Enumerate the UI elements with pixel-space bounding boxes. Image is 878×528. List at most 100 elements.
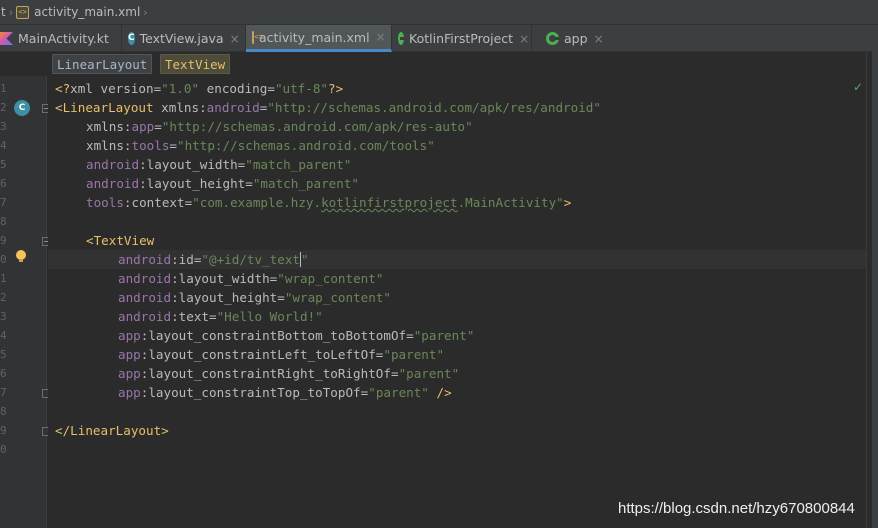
attr-name: xmlns: bbox=[86, 138, 132, 153]
line-number: 6 bbox=[0, 367, 7, 380]
line-number: 3 bbox=[0, 310, 7, 323]
attr-value: "parent" bbox=[413, 328, 475, 343]
attr-name: :layout_constraintTop_toTopOf bbox=[140, 385, 361, 400]
attr-value: "match_parent" bbox=[252, 176, 359, 191]
attr-value: "parent" bbox=[368, 385, 429, 400]
tab-label: MainActivity.kt bbox=[18, 31, 109, 46]
namespace: android bbox=[118, 252, 172, 267]
line-number: 0 bbox=[0, 443, 7, 456]
element-chip-textview[interactable]: TextView bbox=[160, 54, 231, 74]
attr-value: "1.0" bbox=[161, 81, 200, 96]
kotlin-file-icon bbox=[0, 32, 13, 45]
navigation-bar: t › activity_main.xml › bbox=[0, 0, 878, 25]
line-number: 9 bbox=[0, 234, 7, 247]
code-line: xmlns:app="http://schemas.android.com/ap… bbox=[48, 117, 866, 136]
side-tool-panel[interactable] bbox=[872, 25, 878, 528]
tag-self-close: /> bbox=[428, 385, 452, 400]
code-line: </LinearLayout> bbox=[48, 421, 866, 440]
tab-textview-java[interactable]: C TextView.java × bbox=[122, 25, 246, 52]
namespace: app bbox=[131, 119, 155, 134]
code-line: app:layout_constraintLeft_toLeftOf="pare… bbox=[48, 345, 866, 364]
equals: = bbox=[209, 309, 217, 324]
code-line: android:layout_width="match_parent" bbox=[48, 155, 866, 174]
class-icon: C bbox=[128, 32, 135, 45]
namespace: android bbox=[206, 100, 260, 115]
tab-kotlinfirstproject[interactable]: KotlinFirstProject × bbox=[392, 25, 532, 52]
line-number: 3 bbox=[0, 120, 7, 133]
attr-name: :layout_constraintLeft_toLeftOf bbox=[140, 347, 376, 362]
tab-label: app bbox=[564, 31, 588, 46]
close-icon[interactable]: × bbox=[376, 30, 386, 44]
attr-name: :layout_width bbox=[139, 157, 238, 172]
attr-value: "wrap_content" bbox=[277, 271, 384, 286]
attr-value: "parent" bbox=[398, 366, 460, 381]
attr-name: :layout_constraintBottom_toBottomOf bbox=[140, 328, 407, 343]
namespace: android bbox=[118, 271, 172, 286]
xml-declaration-close: ?> bbox=[328, 81, 344, 96]
tab-mainactivity-kt[interactable]: MainActivity.kt bbox=[0, 25, 122, 52]
xml-declaration-open: <? bbox=[55, 81, 71, 96]
attr-value: "parent" bbox=[383, 347, 445, 362]
code-line: android:layout_height="match_parent" bbox=[48, 174, 866, 193]
xml-file-icon bbox=[16, 5, 30, 19]
attr-name: xmlns: bbox=[86, 119, 132, 134]
line-number: 8 bbox=[0, 405, 7, 418]
close-icon[interactable]: × bbox=[594, 32, 604, 46]
breadcrumb-root[interactable]: t › bbox=[0, 0, 16, 25]
attr-value: .MainActivity" bbox=[457, 195, 564, 210]
tag-close: > bbox=[563, 195, 572, 210]
code-line: android:layout_height="wrap_content" bbox=[48, 288, 866, 307]
code-editor[interactable]: <?xml version="1.0" encoding="utf-8"?> <… bbox=[48, 76, 866, 528]
lightbulb-icon[interactable] bbox=[16, 250, 26, 263]
element-chip-linearlayout[interactable]: LinearLayout bbox=[52, 54, 153, 74]
line-number: 1 bbox=[0, 272, 7, 285]
attr-name: :layout_height bbox=[171, 290, 278, 305]
editor-gutter[interactable]: 1 2 3 4 5 6 7 8 9 0 1 2 3 4 5 6 7 8 9 0 … bbox=[0, 76, 51, 528]
equals: = bbox=[406, 328, 414, 343]
code-line: xmlns:tools="http://schemas.android.com/… bbox=[48, 136, 866, 155]
line-number: 2 bbox=[0, 291, 7, 304]
namespace: app bbox=[118, 366, 141, 381]
code-line: tools:context="com.example.hzy.kotlinfir… bbox=[48, 193, 866, 212]
xml-element-path: LinearLayout TextView bbox=[0, 52, 866, 76]
tab-app[interactable]: app × bbox=[540, 25, 612, 52]
breadcrumb-separator: › bbox=[8, 5, 14, 19]
attr-name: xmlns: bbox=[153, 100, 207, 115]
line-number: 5 bbox=[0, 348, 7, 361]
attr-value: "http://schemas.android.com/tools" bbox=[177, 138, 435, 153]
tab-activity-main-xml[interactable]: activity_main.xml × bbox=[246, 25, 392, 52]
attr-value: "http://schemas.android.com/apk/res-auto… bbox=[161, 119, 473, 134]
class-icon[interactable]: C bbox=[14, 100, 30, 116]
attr-value-typo: kotlinfirstproject bbox=[321, 195, 458, 210]
attr-name: :id bbox=[171, 252, 194, 267]
attr-value: "@+id/tv_text bbox=[201, 252, 300, 267]
editor-tab-bar: MainActivity.kt C TextView.java × activi… bbox=[0, 25, 878, 52]
line-number: 9 bbox=[0, 424, 7, 437]
equals: = bbox=[169, 138, 178, 153]
line-number: 2 bbox=[0, 101, 7, 114]
attr-value: "Hello World!" bbox=[216, 309, 323, 324]
equals: = bbox=[154, 119, 162, 134]
attr-name: :context bbox=[123, 195, 185, 210]
breadcrumb-file[interactable]: activity_main.xml › bbox=[16, 0, 151, 25]
attr-value: "wrap_content" bbox=[284, 290, 391, 305]
code-line: <?xml version="1.0" encoding="utf-8"?> bbox=[48, 79, 866, 98]
close-icon[interactable]: × bbox=[519, 32, 529, 46]
tag-close: </LinearLayout> bbox=[55, 423, 169, 438]
code-line: app:layout_constraintRight_toRightOf="pa… bbox=[48, 364, 866, 383]
tag-open: <TextView bbox=[86, 233, 155, 248]
namespace: app bbox=[118, 385, 141, 400]
line-number: 6 bbox=[0, 177, 7, 190]
checkmark-icon[interactable]: ✓ bbox=[853, 80, 863, 94]
equals: = bbox=[277, 290, 285, 305]
gradle-icon bbox=[398, 32, 404, 45]
code-line: app:layout_constraintTop_toTopOf="parent… bbox=[48, 383, 866, 402]
close-icon[interactable]: × bbox=[230, 32, 240, 46]
namespace: app bbox=[118, 347, 141, 362]
line-number: 8 bbox=[0, 215, 7, 228]
code-line: android:text="Hello World!" bbox=[48, 307, 866, 326]
line-number: 0 bbox=[0, 253, 7, 266]
xml-declaration-attr: xml version bbox=[70, 81, 154, 96]
namespace: tools bbox=[131, 138, 170, 153]
line-number: 7 bbox=[0, 386, 7, 399]
